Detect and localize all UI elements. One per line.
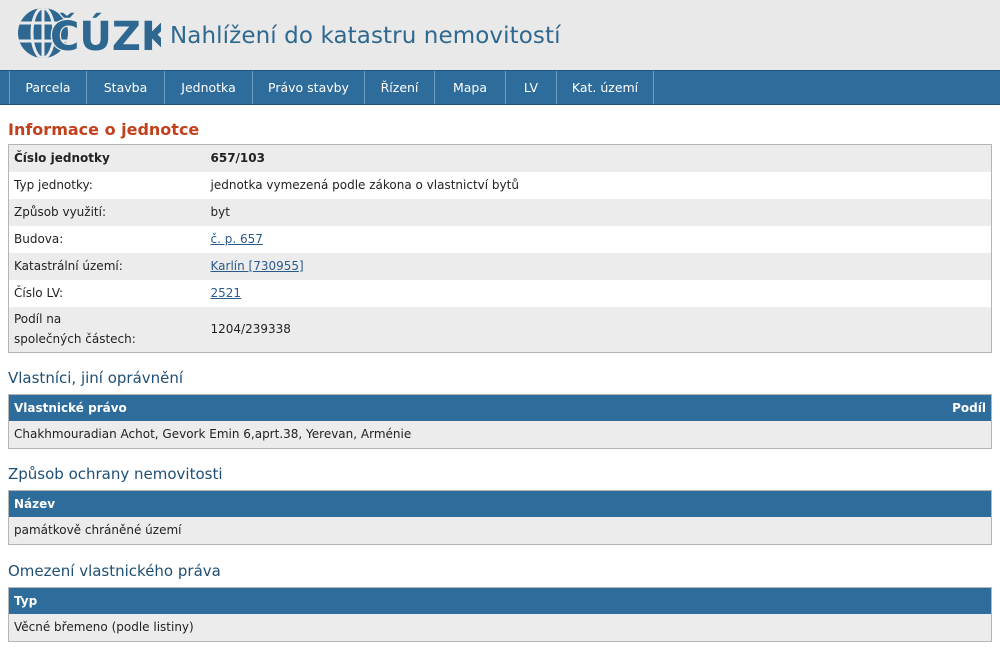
owners-table: Vlastnické právo Podíl Chakhmouradian Ac… bbox=[8, 394, 992, 449]
row-podil: Podíl na společných částech: 1204/239338 bbox=[8, 306, 992, 353]
site-header: ČÚZK Nahlížení do katastru nemovitostí bbox=[0, 0, 1000, 70]
restrictions-title: Omezení vlastnického práva bbox=[8, 562, 221, 580]
row-zpusob-vyuziti: Způsob využití: byt bbox=[8, 198, 992, 226]
label-cislo-lv: Číslo LV: bbox=[8, 279, 206, 307]
main-content: Informace o jednotce Číslo jednotky 657/… bbox=[0, 120, 1000, 642]
unit-info-title: Informace o jednotce bbox=[8, 120, 200, 139]
row-cislo-lv: Číslo LV: 2521 bbox=[8, 279, 992, 307]
value-typ-jednotky: jednotka vymezená podle zákona o vlastni… bbox=[205, 171, 992, 199]
katastralni-uzemi-link[interactable]: Karlín [730955] bbox=[211, 259, 304, 273]
protection-table: Název památkově chráněné území bbox=[8, 490, 992, 545]
table-row: Věcné břemeno (podle listiny) bbox=[8, 613, 992, 642]
main-nav: Parcela Stavba Jednotka Právo stavby Řízení M… bbox=[0, 70, 1000, 105]
value-zpusob-vyuziti: byt bbox=[205, 198, 992, 226]
budova-link[interactable]: č. p. 657 bbox=[211, 232, 263, 246]
nav-item-kat-zem[interactable]: Kat. území bbox=[557, 71, 654, 104]
protection-col-name: Název bbox=[8, 490, 992, 517]
restrictions-table: Typ Věcné břemeno (podle listiny) bbox=[8, 587, 992, 642]
protection-title: Způsob ochrany nemovitosti bbox=[8, 465, 223, 483]
table-row: památkově chráněné území bbox=[8, 516, 992, 545]
owner-share bbox=[895, 420, 992, 449]
owners-col-share: Podíl bbox=[895, 394, 992, 421]
restriction-type: Věcné břemeno (podle listiny) bbox=[8, 613, 992, 642]
nav-item-parcela[interactable]: Parcela bbox=[9, 71, 87, 104]
nav-item-pr-vo-stavby[interactable]: Právo stavby bbox=[253, 71, 365, 104]
nav-item-mapa[interactable]: Mapa bbox=[435, 71, 506, 104]
owner-name: Chakhmouradian Achot, Gevork Emin 6,aprt… bbox=[8, 420, 896, 449]
value-cislo-jednotky: 657/103 bbox=[205, 144, 992, 172]
value-podil: 1204/239338 bbox=[205, 306, 992, 353]
cislo-lv-link[interactable]: 2521 bbox=[211, 286, 242, 300]
label-zpusob-vyuziti: Způsob využití: bbox=[8, 198, 206, 226]
nav-item-lv[interactable]: LV bbox=[506, 71, 557, 104]
label-katastralni-uzemi: Katastrální území: bbox=[8, 252, 206, 280]
site-title: Nahlížení do katastru nemovitostí bbox=[170, 23, 561, 49]
nav-item-stavba[interactable]: Stavba bbox=[87, 71, 165, 104]
cuzk-logo[interactable]: ČÚZK bbox=[16, 6, 161, 62]
row-katastralni-uzemi: Katastrální území: Karlín [730955] bbox=[8, 252, 992, 280]
globe-logo-icon: ČÚZK bbox=[18, 8, 161, 61]
table-row: Chakhmouradian Achot, Gevork Emin 6,aprt… bbox=[8, 420, 992, 449]
row-typ-jednotky: Typ jednotky: jednotka vymezená podle zá… bbox=[8, 171, 992, 199]
protection-name: památkově chráněné území bbox=[8, 516, 992, 545]
label-podil: Podíl na společných částech: bbox=[8, 306, 206, 353]
label-typ-jednotky: Typ jednotky: bbox=[8, 171, 206, 199]
restrictions-col-type: Typ bbox=[8, 587, 992, 614]
nav-item-jednotka[interactable]: Jednotka bbox=[165, 71, 253, 104]
logo-text: ČÚZK bbox=[50, 12, 161, 60]
owners-col-right: Vlastnické právo bbox=[8, 394, 896, 421]
owners-title: Vlastníci, jiní oprávnění bbox=[8, 369, 184, 387]
label-cislo-jednotky: Číslo jednotky bbox=[8, 144, 206, 172]
nav-item--zen[interactable]: Řízení bbox=[365, 71, 435, 104]
label-podil-line2: společných částech: bbox=[14, 332, 136, 347]
label-budova: Budova: bbox=[8, 225, 206, 253]
row-budova: Budova: č. p. 657 bbox=[8, 225, 992, 253]
label-podil-line1: Podíl na bbox=[14, 312, 62, 327]
row-cislo-jednotky: Číslo jednotky 657/103 bbox=[8, 144, 992, 172]
unit-info-table: Číslo jednotky 657/103 Typ jednotky: jed… bbox=[8, 144, 992, 353]
